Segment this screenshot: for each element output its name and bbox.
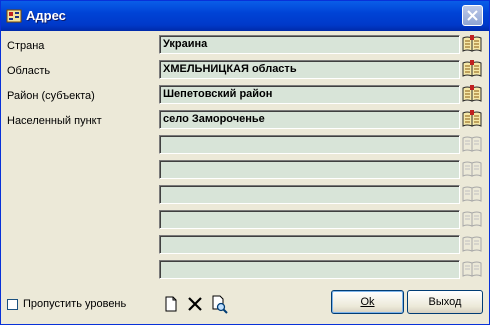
level-6-field[interactable]: [159, 160, 460, 179]
close-button[interactable]: [462, 5, 483, 26]
level-5-field[interactable]: [159, 135, 460, 154]
skip-level-checkbox[interactable]: [7, 299, 18, 310]
skip-level-label[interactable]: Пропустить уровень: [23, 298, 126, 310]
level-9-field[interactable]: [159, 235, 460, 254]
book-disabled-icon: [462, 186, 482, 202]
window-title: Адрес: [26, 8, 66, 23]
country-field[interactable]: Украина: [159, 35, 460, 54]
address-dialog: Адрес Страна Область Район (субъекта) На…: [0, 0, 490, 325]
title-bar[interactable]: Адрес: [1, 1, 489, 31]
label-settlement: Населенный пункт: [7, 115, 102, 127]
app-icon: [6, 9, 22, 23]
level-8-field[interactable]: [159, 210, 460, 229]
book-disabled-icon: [462, 136, 482, 152]
region-field[interactable]: ХМЕЛЬНИЦКАЯ область: [159, 60, 460, 79]
label-district: Район (субъекта): [7, 90, 95, 102]
book-disabled-icon: [462, 161, 482, 177]
ok-label: Ok: [360, 296, 375, 308]
district-value: Шепетовский район: [163, 88, 273, 100]
close-icon: [467, 10, 478, 21]
level-10-field[interactable]: [159, 260, 460, 279]
level-7-field[interactable]: [159, 185, 460, 204]
exit-button[interactable]: Выход: [407, 290, 483, 314]
book-disabled-icon: [462, 236, 482, 252]
book-disabled-icon: [462, 211, 482, 227]
book-icon[interactable]: [462, 35, 482, 53]
region-value: ХМЕЛЬНИЦКАЯ область: [163, 63, 297, 75]
district-field[interactable]: Шепетовский район: [159, 85, 460, 104]
search-document-icon[interactable]: [209, 294, 229, 314]
book-icon[interactable]: [462, 110, 482, 128]
ok-button[interactable]: Ok: [331, 290, 404, 314]
settlement-field[interactable]: село Замороченье: [159, 110, 460, 129]
exit-label: Выход: [428, 296, 462, 308]
dialog-body: Страна Область Район (субъекта) Населенн…: [3, 31, 487, 323]
label-country: Страна: [7, 40, 45, 52]
new-document-icon[interactable]: [161, 294, 181, 314]
delete-icon[interactable]: [185, 294, 205, 314]
book-icon[interactable]: [462, 60, 482, 78]
book-icon[interactable]: [462, 85, 482, 103]
label-region: Область: [7, 65, 51, 77]
settlement-value: село Замороченье: [163, 113, 265, 125]
book-disabled-icon: [462, 261, 482, 277]
country-value: Украина: [163, 38, 208, 50]
